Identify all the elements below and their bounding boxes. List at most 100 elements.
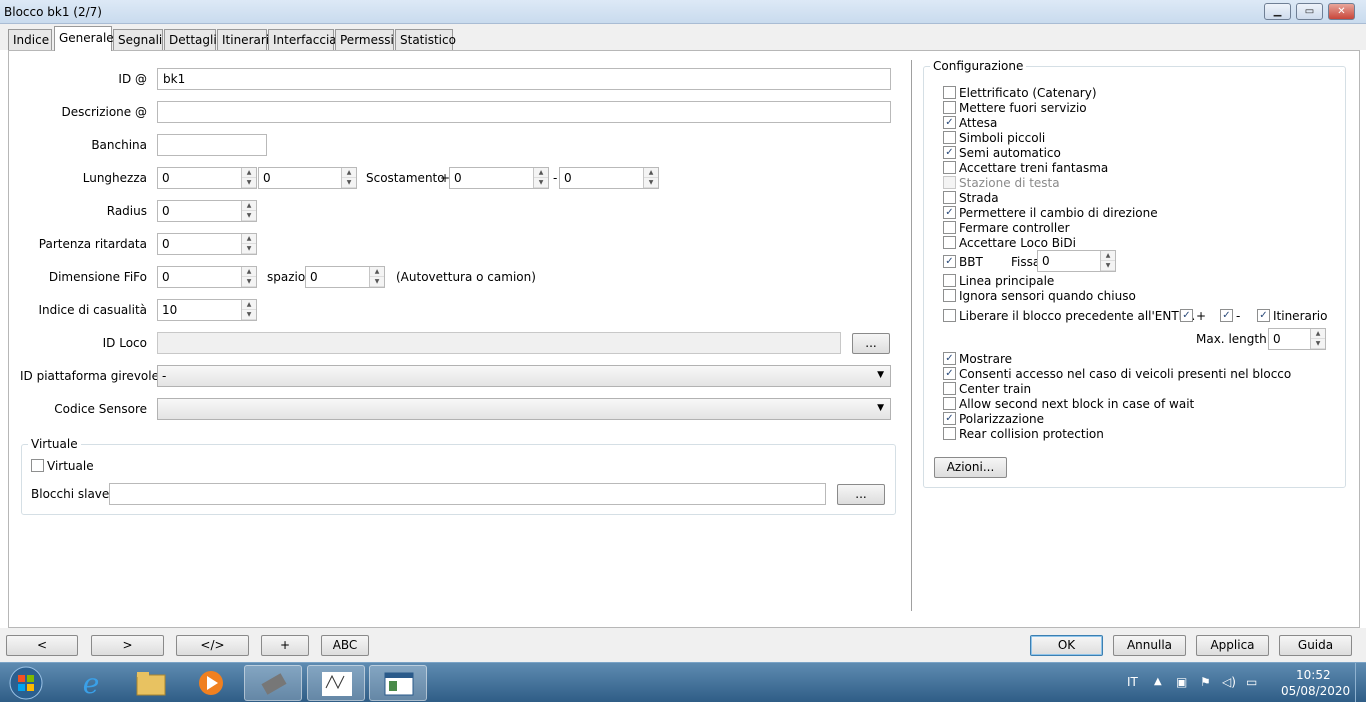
radius-spinner[interactable]: 0 ▲ ▼ bbox=[157, 200, 257, 222]
tab-indice[interactable]: Indice bbox=[8, 29, 52, 50]
option-checkbox[interactable] bbox=[943, 191, 956, 204]
liberare-checkbox[interactable] bbox=[943, 309, 956, 322]
taskbar-window[interactable] bbox=[369, 665, 427, 701]
spin-buttons[interactable]: ▲ ▼ bbox=[1310, 329, 1325, 349]
clock-time[interactable]: 10:52 bbox=[1296, 668, 1331, 682]
title-bar: Blocco bk1 (2/7) ▁ ▭ ✕ bbox=[0, 0, 1366, 24]
option-label: Rear collision protection bbox=[959, 427, 1104, 441]
option-label: Attesa bbox=[959, 116, 998, 130]
vertical-divider bbox=[911, 60, 912, 611]
maxlen-spinner[interactable]: 0 ▲ ▼ bbox=[1268, 328, 1326, 350]
spin-buttons[interactable]: ▲ ▼ bbox=[241, 300, 256, 320]
spin-buttons[interactable]: ▲ ▼ bbox=[369, 267, 384, 287]
add-button[interactable]: + bbox=[261, 635, 309, 656]
fissa-spinner[interactable]: 0 ▲ ▼ bbox=[1037, 250, 1116, 272]
lunghezza-spinner-1[interactable]: 0 ▲ ▼ bbox=[157, 167, 257, 189]
spin-buttons[interactable]: ▲ ▼ bbox=[241, 168, 256, 188]
option-checkbox[interactable] bbox=[943, 382, 956, 395]
spin-buttons[interactable]: ▲ ▼ bbox=[341, 168, 356, 188]
option-checkbox[interactable]: ✓ bbox=[943, 367, 956, 380]
option-checkbox[interactable] bbox=[943, 101, 956, 114]
flag-icon[interactable]: ⚑ bbox=[1200, 675, 1211, 689]
option-checkbox[interactable]: ✓ bbox=[943, 116, 956, 129]
applica-button[interactable]: Applica bbox=[1196, 635, 1269, 656]
next-button[interactable]: > bbox=[91, 635, 164, 656]
option-checkbox[interactable] bbox=[943, 176, 956, 189]
tab-segnali[interactable]: Segnali bbox=[113, 29, 163, 50]
virtuale-checkbox[interactable] bbox=[31, 459, 44, 472]
tab-itinerari[interactable]: Itinerari bbox=[217, 29, 269, 50]
taskbar-media[interactable] bbox=[182, 665, 240, 701]
sensore-select[interactable]: ▼ bbox=[157, 398, 891, 420]
option-label: Center train bbox=[959, 382, 1032, 396]
option-checkbox[interactable]: ✓ bbox=[943, 206, 956, 219]
taskbar-ie[interactable]: e bbox=[62, 665, 120, 701]
option-checkbox[interactable] bbox=[943, 397, 956, 410]
option-checkbox[interactable] bbox=[943, 221, 956, 234]
option-checkbox[interactable] bbox=[943, 86, 956, 99]
spin-buttons[interactable]: ▲ ▼ bbox=[241, 201, 256, 221]
fifo-spinner[interactable]: 0 ▲ ▼ bbox=[157, 266, 257, 288]
tab-dettagli[interactable]: Dettagli bbox=[164, 29, 217, 50]
expand-tray-icon[interactable]: ▲ bbox=[1154, 676, 1162, 687]
option-checkbox[interactable]: ✓ bbox=[943, 412, 956, 425]
spin-buttons[interactable]: ▲ ▼ bbox=[1100, 251, 1115, 271]
scostamento-minus-spinner[interactable]: 0 ▲ ▼ bbox=[559, 167, 659, 189]
show-desktop-button[interactable] bbox=[1355, 663, 1366, 702]
descrizione-input[interactable] bbox=[157, 101, 891, 123]
casualita-spinner[interactable]: 10 ▲ ▼ bbox=[157, 299, 257, 321]
network-icon[interactable]: ▣ bbox=[1176, 675, 1187, 689]
azioni-button[interactable]: Azioni... bbox=[934, 457, 1007, 478]
taskbar-rocrail[interactable] bbox=[307, 665, 365, 701]
language-indicator[interactable]: IT bbox=[1127, 675, 1138, 689]
option-checkbox[interactable]: ✓ bbox=[943, 352, 956, 365]
tab-permessi[interactable]: Permessi bbox=[335, 29, 394, 50]
spin-buttons[interactable]: ▲ ▼ bbox=[241, 267, 256, 287]
annulla-button[interactable]: Annulla bbox=[1113, 635, 1186, 656]
option-checkbox[interactable] bbox=[943, 427, 956, 440]
minus-checkbox[interactable]: ✓ bbox=[1220, 309, 1233, 322]
plus-checkbox[interactable]: ✓ bbox=[1180, 309, 1193, 322]
tab-interfaccia[interactable]: Interfaccia bbox=[268, 29, 337, 50]
scostamento-plus-spinner[interactable]: 0 ▲ ▼ bbox=[449, 167, 549, 189]
start-button[interactable] bbox=[6, 665, 46, 701]
spin-buttons[interactable]: ▲ ▼ bbox=[643, 168, 658, 188]
spazio-spinner[interactable]: 0 ▲ ▼ bbox=[305, 266, 385, 288]
volume-icon[interactable]: ◁) bbox=[1222, 675, 1236, 689]
ok-button[interactable]: OK bbox=[1030, 635, 1103, 656]
bbt-checkbox[interactable]: ✓ bbox=[943, 255, 956, 268]
minimize-button[interactable]: ▁ bbox=[1264, 3, 1291, 20]
idloco-input[interactable] bbox=[157, 332, 841, 354]
guida-button[interactable]: Guida bbox=[1279, 635, 1352, 656]
piattaforma-select[interactable]: - ▼ bbox=[157, 365, 891, 387]
id-input[interactable]: bk1 bbox=[157, 68, 891, 90]
itinerario-checkbox[interactable]: ✓ bbox=[1257, 309, 1270, 322]
slave-browse-button[interactable]: ... bbox=[837, 484, 885, 505]
option-checkbox[interactable] bbox=[943, 131, 956, 144]
maximize-button[interactable]: ▭ bbox=[1296, 3, 1323, 20]
spin-buttons[interactable]: ▲ ▼ bbox=[241, 234, 256, 254]
partenza-spinner[interactable]: 0 ▲ ▼ bbox=[157, 233, 257, 255]
clock-date[interactable]: 05/08/2020 bbox=[1281, 684, 1350, 698]
option-checkbox[interactable] bbox=[943, 289, 956, 302]
tab-statistico[interactable]: Statistico bbox=[395, 29, 456, 50]
banchina-input[interactable] bbox=[157, 134, 267, 156]
option-checkbox[interactable] bbox=[943, 236, 956, 249]
prev-button[interactable]: < bbox=[6, 635, 78, 656]
option-checkbox[interactable] bbox=[943, 161, 956, 174]
spin-buttons[interactable]: ▲ ▼ bbox=[533, 168, 548, 188]
tab-generale[interactable]: Generale bbox=[54, 26, 114, 51]
abc-button[interactable]: ABC bbox=[321, 635, 369, 656]
xml-button[interactable]: </> bbox=[176, 635, 249, 656]
casualita-label: Indice di casualità bbox=[38, 303, 147, 317]
taskbar-explorer[interactable] bbox=[122, 665, 180, 701]
descrizione-label: Descrizione @ bbox=[61, 105, 147, 119]
taskbar-tool[interactable] bbox=[244, 665, 302, 701]
lunghezza-spinner-2[interactable]: 0 ▲ ▼ bbox=[258, 167, 357, 189]
slave-input[interactable] bbox=[109, 483, 826, 505]
option-checkbox[interactable] bbox=[943, 274, 956, 287]
idloco-browse-button[interactable]: ... bbox=[852, 333, 890, 354]
option-checkbox[interactable]: ✓ bbox=[943, 146, 956, 159]
close-button[interactable]: ✕ bbox=[1328, 3, 1355, 20]
power-icon[interactable]: ▭ bbox=[1246, 675, 1257, 689]
